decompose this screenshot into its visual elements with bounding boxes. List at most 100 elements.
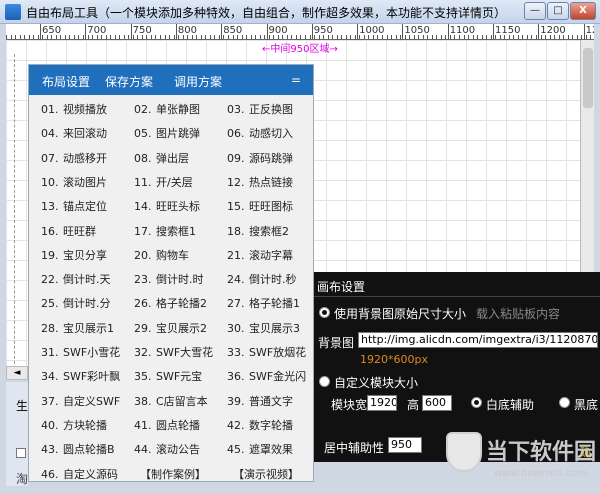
ruler-minor-tick [314,35,316,39]
effect-item[interactable]: 23. 倒计时.时 [134,271,204,287]
tab-layout-settings[interactable]: 布局设置 [42,73,90,90]
effect-item[interactable]: 27. 格子轮播1 [227,295,300,311]
panel-header: 布局设置 保存方案 调用方案 = [29,65,313,95]
ruler-major-tick [175,24,177,39]
tab-save-scheme[interactable]: 保存方案 [105,73,153,90]
ruler-minor-tick [137,35,139,39]
ruler-minor-tick [141,35,143,39]
effect-item[interactable]: 【制作案例】 [140,466,206,482]
effect-item[interactable]: 05. 图片跳弹 [134,125,200,141]
ruler-minor-tick [114,35,116,39]
effect-item[interactable]: 【演示视频】 [233,466,299,482]
effect-item[interactable]: 18. 搜索框2 [227,223,289,239]
scrollbar-thumb[interactable] [583,48,593,108]
ruler-major-tick [130,24,132,39]
effect-number: 33. [227,346,245,359]
effect-item[interactable]: 15. 旺旺图标 [227,198,293,214]
effect-item[interactable]: 41. 圆点轮播 [134,417,200,433]
effect-item[interactable]: 06. 动感切入 [227,125,293,141]
effect-item[interactable]: 22. 倒计时.天 [41,271,111,287]
effect-item[interactable]: 04. 来回滚动 [41,125,107,141]
effect-item[interactable]: 01. 视频播放 [41,101,107,117]
ruler-minor-tick [558,35,560,39]
effect-item[interactable]: 33. SWF放烟花 [227,344,306,360]
effect-item[interactable]: 28. 宝贝展示1 [41,320,114,336]
effect-item[interactable]: 11. 开/关层 [134,174,193,190]
effect-label: 源码跳弹 [249,151,293,165]
use-bg-size-radio[interactable] [319,307,330,318]
tab-load-scheme[interactable]: 调用方案 [174,73,222,90]
effect-number: 35. [134,370,152,384]
effect-item[interactable]: 38. C店留言本 [134,393,208,409]
effect-number: 16. [41,224,59,238]
effect-item[interactable]: 07. 动感移开 [41,150,107,166]
ruler-minor-tick [33,35,35,39]
ruler-minor-tick [300,35,302,39]
effect-item[interactable]: 12. 热点链接 [227,174,293,190]
height-field[interactable]: 600 [422,395,452,411]
ruler-minor-tick [6,35,7,39]
minimize-button[interactable]: — [524,2,546,20]
maximize-button[interactable]: □ [547,2,569,20]
white-aux-radio[interactable] [471,397,482,408]
scroll-left-button[interactable]: ◄ [6,366,28,380]
effect-item[interactable]: 16. 旺旺群 [41,223,96,239]
effect-item[interactable]: 09. 源码跳弹 [227,150,293,166]
effect-item[interactable]: 08. 弹出层 [134,150,189,166]
effect-item[interactable]: 31. SWF小雪花 [41,344,120,360]
ruler-major-tick [357,24,359,39]
effect-item[interactable]: 20. 购物车 [134,247,189,263]
effect-item[interactable]: 17. 搜索框1 [134,223,196,239]
bottom-left-checkbox[interactable] [16,448,26,458]
watermark-url: www.downxia.com [494,468,588,479]
bg-url-field[interactable]: http://img.alicdn.com/imgextra/i3/112087… [358,332,598,348]
effect-item[interactable]: 46. 自定义源码 [41,466,118,482]
effect-number: 11. [134,175,152,189]
panel-menu-icon[interactable]: = [291,73,301,87]
center-aux-field[interactable]: 950 [388,437,422,453]
effect-item[interactable]: 35. SWF元宝 [134,368,202,384]
effect-label: 【制作案例】 [140,467,206,481]
ruler-minor-tick [273,35,275,39]
ruler-minor-tick [15,35,17,39]
effect-item[interactable]: 14. 旺旺头标 [134,198,200,214]
effect-number: 40. [41,418,59,432]
effect-item[interactable]: 03. 正反换图 [227,101,293,117]
effect-item[interactable]: 13. 锚点定位 [41,198,107,214]
effect-item[interactable]: 34. SWF彩叶飘 [41,368,120,384]
effect-item[interactable]: 45. 遮罩效果 [227,441,293,457]
ruler-minor-tick [87,35,89,39]
effect-label: 宝贝展示3 [249,321,300,335]
effect-item[interactable]: 37. 自定义SWF [41,393,120,409]
effect-item[interactable]: 10. 滚动图片 [41,174,107,190]
ruler-minor-tick [359,35,361,39]
effect-label: 旺旺图标 [249,200,293,214]
effect-item[interactable]: 32. SWF大雪花 [134,344,213,360]
width-field[interactable]: 1920 [367,395,397,411]
ruler-minor-tick [110,35,112,39]
effect-item[interactable]: 19. 宝贝分享 [41,247,107,263]
effect-item[interactable]: 02. 单张静图 [134,101,200,117]
effect-item[interactable]: 29. 宝贝展示2 [134,320,207,336]
black-aux-radio[interactable] [559,397,570,408]
effect-item[interactable]: 26. 格子轮播2 [134,295,207,311]
ruler-minor-tick [332,35,334,39]
load-clipboard-button[interactable]: 载入粘贴板内容 [476,305,560,322]
ruler-minor-tick [477,35,479,39]
effect-number: 15. [227,200,245,214]
effect-item[interactable]: 24. 倒计时.秒 [227,271,297,287]
effect-item[interactable]: 39. 普通文字 [227,393,293,409]
effect-label: 动感移开 [63,151,107,165]
effect-item[interactable]: 36. SWF金光闪 [227,368,306,384]
effect-item[interactable]: 43. 圆点轮播B [41,441,115,457]
custom-size-radio[interactable] [319,376,330,387]
effect-number: 37. [41,394,59,408]
effect-item[interactable]: 40. 方块轮播 [41,417,107,433]
close-button[interactable]: X [570,2,596,20]
effect-item[interactable]: 25. 倒计时.分 [41,295,111,311]
effect-item[interactable]: 44. 滚动公告 [134,441,200,457]
effect-item[interactable]: 30. 宝贝展示3 [227,320,300,336]
effect-item[interactable]: 42. 数字轮播 [227,417,293,433]
effect-number: 32. [134,346,152,359]
effect-item[interactable]: 21. 滚动字幕 [227,247,293,263]
